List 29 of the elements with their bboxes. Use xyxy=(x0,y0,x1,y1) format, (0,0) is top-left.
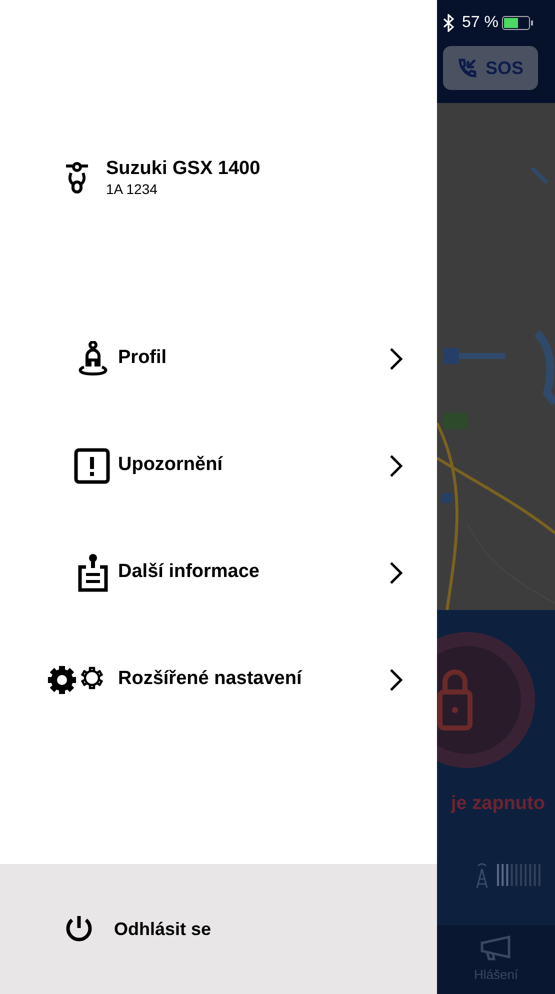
signal-bars-icon xyxy=(497,864,543,886)
menu-item[interactable]: Rozšířené nastavení xyxy=(0,626,437,733)
chevron-right-icon xyxy=(389,454,403,478)
megaphone-icon xyxy=(479,934,513,961)
chevron-right-icon xyxy=(389,346,403,370)
license-plate: 1A 1234 xyxy=(106,181,158,197)
exclamation-square-icon xyxy=(74,448,110,484)
chevron-right-icon xyxy=(389,668,403,692)
lock-icon xyxy=(437,630,537,770)
vehicle-name: Suzuki GSX 1400 xyxy=(106,157,260,181)
antenna-icon xyxy=(475,860,489,888)
clipboard-icon xyxy=(76,552,110,592)
battery-icon xyxy=(502,16,534,30)
menu-label: Další informace xyxy=(118,560,260,584)
menu-item[interactable]: Upozornění xyxy=(0,412,437,519)
person-pin-icon xyxy=(76,340,110,376)
menu-label: Rozšířené nastavení xyxy=(118,667,304,692)
menu-label: Profil xyxy=(118,346,168,370)
phone-icon xyxy=(457,58,478,78)
lock-status-text: je zapnuto xyxy=(450,792,546,816)
chevron-right-icon xyxy=(389,560,403,584)
menu-item[interactable]: Profil xyxy=(0,305,437,412)
logout-button[interactable]: Odhlásit se xyxy=(0,864,437,994)
power-icon xyxy=(64,914,94,944)
menu-label: Upozornění xyxy=(118,453,224,478)
bluetooth-icon xyxy=(443,14,454,32)
scooter-icon xyxy=(64,160,90,194)
battery-percent: 57 % xyxy=(462,13,498,33)
menu-item[interactable]: Další informace xyxy=(0,519,437,626)
